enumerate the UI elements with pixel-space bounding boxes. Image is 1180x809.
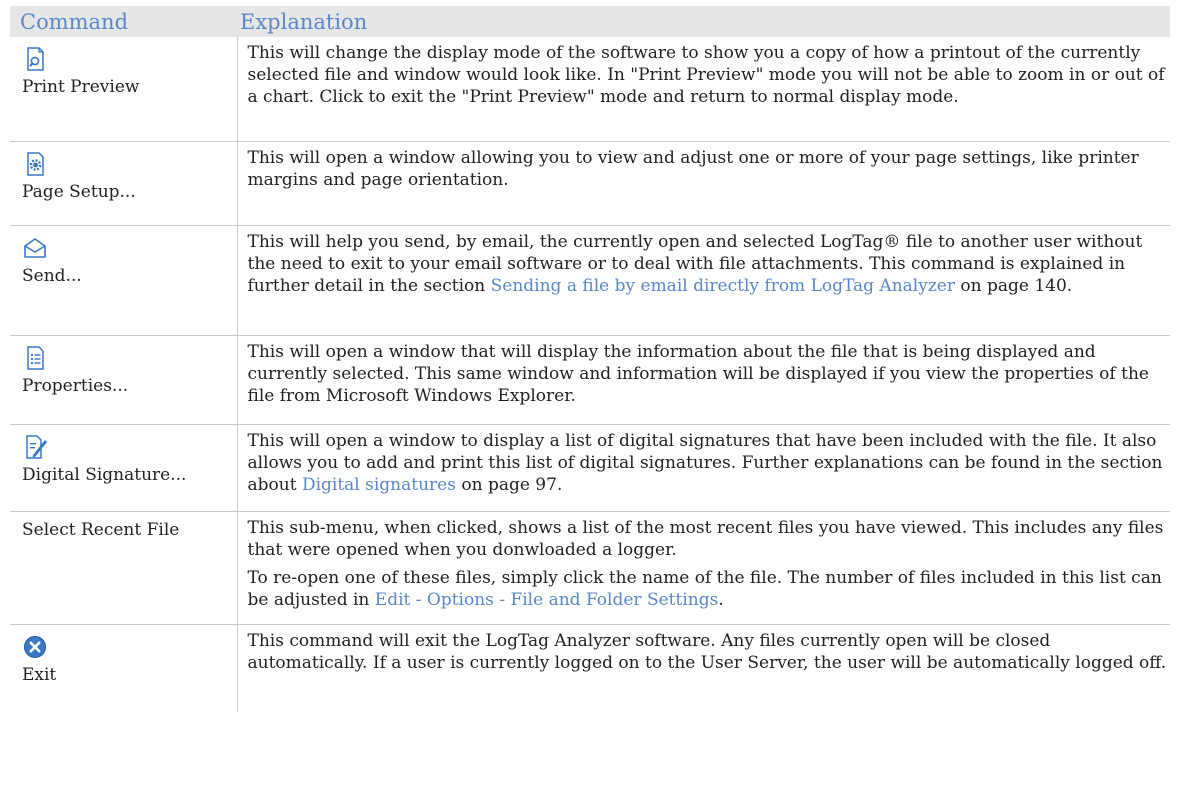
explanation-cell: This will open a window to display a lis… <box>237 424 1170 512</box>
command-cell: Page Setup... <box>10 141 238 226</box>
command-cell: Select Recent File <box>10 511 238 625</box>
command-label: Digital Signature... <box>22 464 187 485</box>
explanation-cell: This command will exit the LogTag Analyz… <box>237 624 1170 712</box>
command-label: Page Setup... <box>22 181 136 202</box>
properties-list-icon <box>22 345 48 371</box>
digital-signature-icon <box>22 434 48 460</box>
explanation-text: This will change the display mode of the… <box>247 43 1165 107</box>
command-table: Command Explanation Print Preview This w… <box>10 6 1170 712</box>
page-setup-icon <box>22 151 48 177</box>
command-label: Print Preview <box>22 77 140 97</box>
table-row: Print Preview This will change the displ… <box>10 37 1170 142</box>
explanation-text: This will open a window allowing you to … <box>247 147 1139 190</box>
command-label: Send... <box>22 265 82 286</box>
options-link-file-folder-settings[interactable]: Edit - Options - File and Folder Setting… <box>375 590 719 610</box>
explanation-cell: This will change the display mode of the… <box>237 37 1170 142</box>
explanation-text-tail: on page 140. <box>954 275 1073 296</box>
exit-icon <box>22 634 48 660</box>
command-label: Exit <box>22 664 57 685</box>
command-cell: Exit <box>10 624 238 712</box>
table-row: Digital Signature... This will open a wi… <box>10 424 1170 512</box>
explanation-text: This will open a window that will displa… <box>247 341 1149 406</box>
command-label: Properties... <box>22 375 129 396</box>
explanation-text: This command will exit the LogTag Analyz… <box>247 630 1167 673</box>
explanation-text-tail: . <box>718 589 724 610</box>
command-label: Select Recent File <box>22 519 180 540</box>
table-row: Properties... This will open a window th… <box>10 335 1170 425</box>
table-row: Select Recent File This sub-menu, when c… <box>10 511 1171 625</box>
column-header-explanation: Explanation <box>237 6 1170 37</box>
explanation-cell: This will help you send, by email, the c… <box>237 225 1170 336</box>
explanation-text: This sub-menu, when clicked, shows a lis… <box>247 517 1164 560</box>
command-cell: Send... <box>10 225 238 336</box>
explanation-paragraph-2: To re-open one of these files, simply cl… <box>248 567 1171 611</box>
table-row: Exit This command will exit the LogTag A… <box>10 624 1170 712</box>
table-row: Page Setup... This will open a window al… <box>10 141 1170 226</box>
section-link-digital-signatures[interactable]: Digital signatures <box>302 475 456 495</box>
command-cell: Print Preview <box>10 37 238 142</box>
section-link-sending-file[interactable]: Sending a file by email directly from Lo… <box>491 276 955 296</box>
table-header-row: Command Explanation <box>10 6 1170 37</box>
print-preview-icon <box>22 46 48 72</box>
envelope-icon <box>22 235 48 261</box>
explanation-cell: This will open a window allowing you to … <box>237 141 1170 226</box>
column-header-command: Command <box>10 6 237 37</box>
explanation-cell: This will open a window that will displa… <box>237 335 1170 425</box>
table-row: Send... This will help you send, by emai… <box>10 225 1170 336</box>
command-cell: Digital Signature... <box>10 424 238 512</box>
command-cell: Properties... <box>10 335 238 425</box>
explanation-cell: This sub-menu, when clicked, shows a lis… <box>237 511 1171 625</box>
explanation-text-tail: on page 97. <box>455 474 563 495</box>
